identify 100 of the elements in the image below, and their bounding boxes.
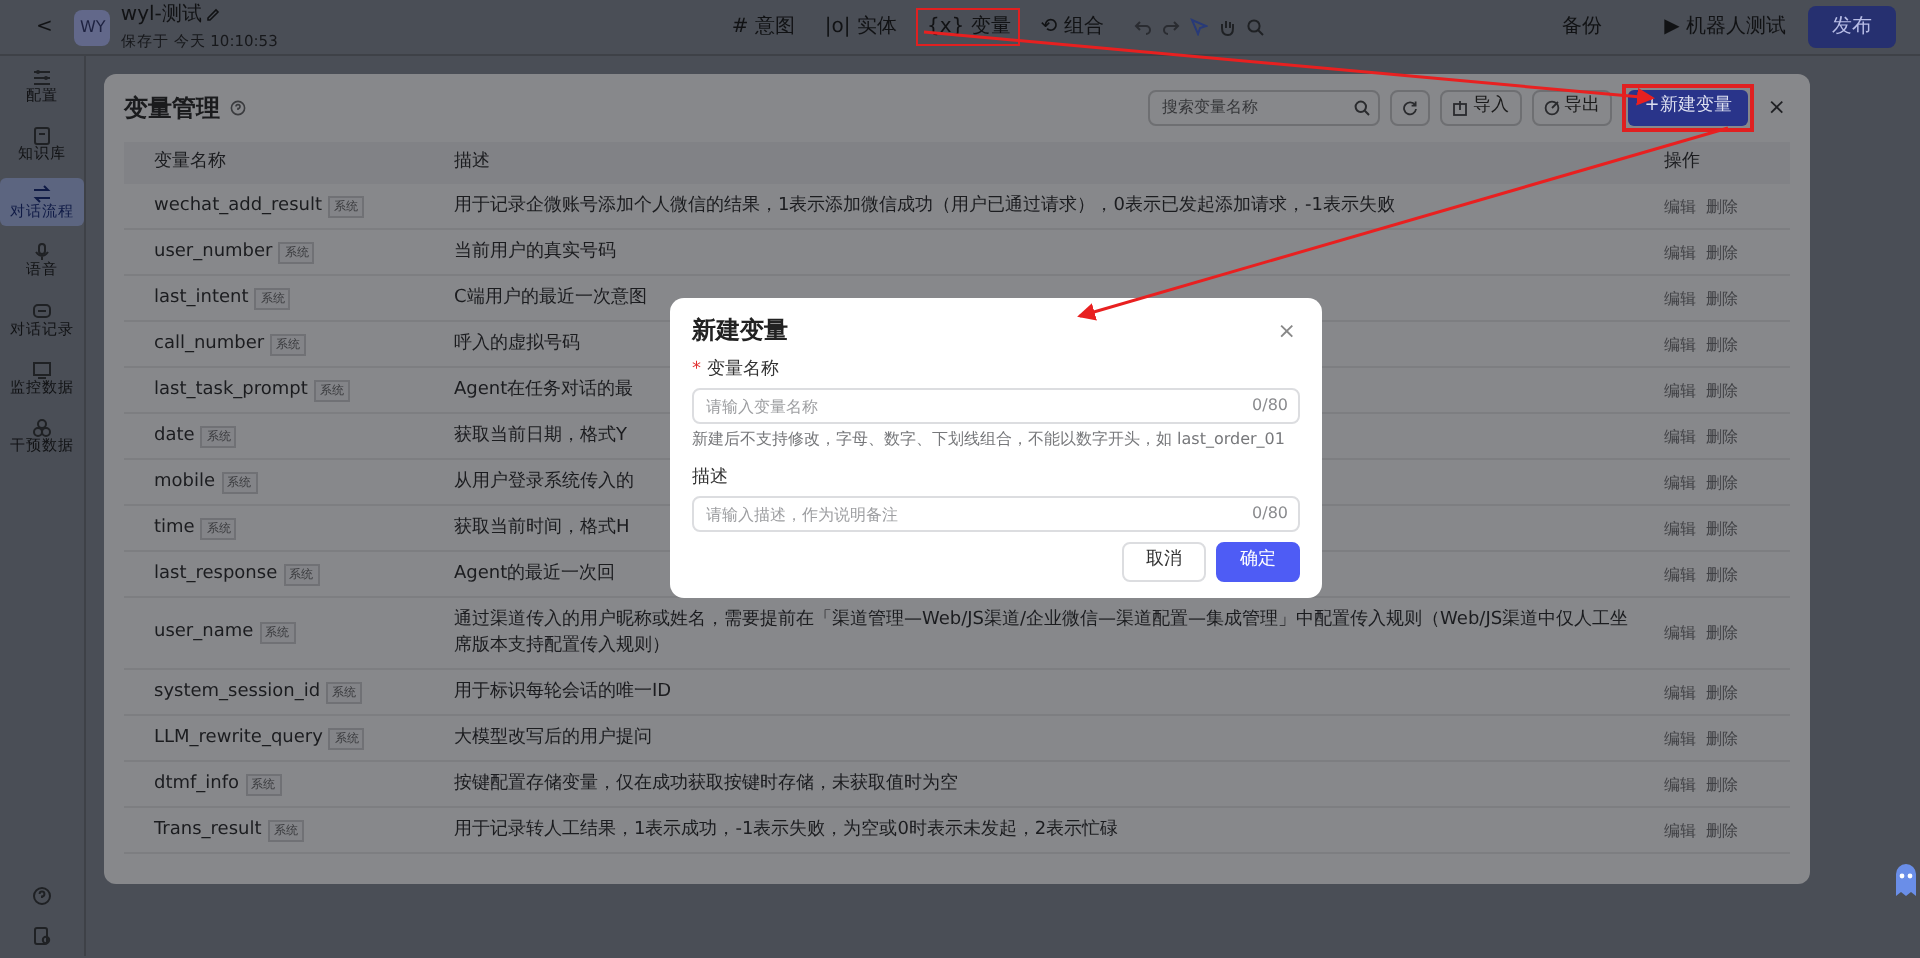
close-button[interactable]: × [1763,96,1790,119]
delete-link[interactable]: 删除 [1706,285,1738,311]
field-hint: 新建后不支持修改，字母、数字、下划线组合，不能以数字开头，如 last_order_01 [692,428,1285,450]
column-header: 描述 [454,149,492,175]
project-name: wyl-测试 [120,1,202,31]
new-variable-button[interactable]: +新建变量 [1628,90,1748,125]
panel-title: 变量管理 [124,91,220,126]
edit-link[interactable]: 编辑 [1664,561,1696,587]
document-icon[interactable] [32,926,52,946]
import-icon [1452,99,1469,116]
variable-description: Agent在任务对话的最 [454,379,634,399]
nav-tab[interactable]: # 意图 [721,8,805,46]
edit-link[interactable]: 编辑 [1664,515,1696,541]
variable-name: user_number [154,239,273,265]
delete-link[interactable]: 删除 [1706,377,1738,403]
field-label: 变量名称 [706,360,779,380]
edit-link[interactable]: 编辑 [1664,377,1696,403]
export-button[interactable]: 导出 [1531,89,1613,126]
delete-link[interactable]: 删除 [1706,515,1738,541]
edit-link[interactable]: 编辑 [1664,469,1696,495]
character-counter: 0/80 [1252,396,1288,416]
delete-link[interactable]: 删除 [1706,620,1738,646]
delete-link[interactable]: 删除 [1706,423,1738,449]
delete-link[interactable]: 删除 [1706,725,1738,751]
delete-link[interactable]: 删除 [1706,469,1738,495]
help-icon[interactable] [32,886,52,906]
variable-name: system_session_id [154,679,321,705]
close-button[interactable]: × [1273,319,1300,341]
nav-tab[interactable]: |o| 实体 [814,8,907,46]
edit-link[interactable]: 编辑 [1664,817,1696,843]
variable-description: 用于标识每轮会话的唯一ID [454,681,672,701]
variable-description: 通过渠道传入的用户昵称或姓名，需要提前在「渠道管理—Web/JS渠道/企业微信—渠道配置—集成管理」中配置传入规则（Web/JS渠道中仅人工坐席版本支持配置传入规则） [454,609,1629,655]
import-button[interactable]: 导入 [1440,89,1522,126]
edit-link[interactable]: 编辑 [1664,285,1696,311]
required-mark: * [692,360,701,380]
character-counter: 0/80 [1252,504,1288,524]
test-button[interactable]: ▶ 机器人测试 [1652,8,1798,46]
undo-icon[interactable] [1133,18,1152,36]
edit-link[interactable]: 编辑 [1664,239,1696,265]
confirm-button[interactable]: 确定 [1216,542,1300,581]
edit-link[interactable]: 编辑 [1664,679,1696,705]
pointer-icon[interactable] [1189,18,1208,36]
search-icon [1354,99,1371,116]
search-field[interactable]: 搜索变量名称 [1148,89,1381,126]
variable-name: time [154,515,195,541]
variable-name: call_number [154,331,265,357]
book-icon [32,125,52,146]
delete-link[interactable]: 删除 [1706,679,1738,705]
variable-description: 大模型改写后的用户提问 [454,727,652,747]
variable-description: 从用户登录系统传入的 [454,471,634,491]
refresh-button[interactable] [1390,89,1431,126]
cancel-button[interactable]: 取消 [1122,542,1206,581]
variable-description: 当前用户的真实号码 [454,241,616,261]
publish-button[interactable]: 发布 [1808,6,1896,48]
edit-link[interactable]: 编辑 [1664,423,1696,449]
avatar: WY [74,9,111,45]
variable-name: wechat_add_result [154,193,322,219]
refresh-icon [1402,99,1419,116]
edit-link[interactable]: 编辑 [1664,620,1696,646]
search-icon[interactable] [1245,18,1264,36]
edit-link[interactable]: 编辑 [1664,725,1696,751]
nodes-icon [32,418,52,438]
sliders-icon [32,67,52,87]
dialog-title: 新建变量 [692,314,788,346]
variable-name: user_name [154,620,254,646]
delete-link[interactable]: 删除 [1706,561,1738,587]
hand-icon[interactable] [1217,18,1236,36]
edit-link[interactable]: 编辑 [1664,331,1696,357]
variable-name: LLM_rewrite_query [154,725,323,751]
variable-description: 获取当前时间，格式H [454,517,630,537]
delete-link[interactable]: 删除 [1706,817,1738,843]
assistant-icon[interactable] [1892,860,1920,900]
back-button[interactable]: < [24,8,65,46]
variable-name: last_task_prompt [154,377,308,403]
variable-description: Agent的最近一次回 [454,563,616,583]
delete-link[interactable]: 删除 [1706,239,1738,265]
edit-link[interactable]: 编辑 [1664,193,1696,219]
delete-link[interactable]: 删除 [1706,193,1738,219]
column-header: 操作 [1664,149,1702,175]
variable-description: C端用户的最近一次意图 [454,287,647,307]
variable-name: last_intent [154,285,249,311]
help-icon[interactable] [230,99,246,116]
export-icon [1543,99,1560,116]
column-header: 变量名称 [154,149,228,175]
backup-button[interactable]: 备份 [1550,8,1615,46]
variable-name: date [154,423,195,449]
variable-description: 获取当前日期，格式Y [454,425,627,445]
microphone-icon [32,242,52,263]
redo-icon[interactable] [1161,18,1180,36]
edit-link[interactable]: 编辑 [1664,771,1696,797]
delete-link[interactable]: 删除 [1706,771,1738,797]
monitor-icon [32,359,52,380]
chat-icon [32,301,52,321]
edit-icon[interactable] [206,8,221,23]
variable-description: 用于记录企微账号添加个人微信的结果，1表示添加微信成功（用户已通过请求），0表示已发起添加请求，-1表示失败 [454,195,1395,215]
nav-tab[interactable]: ⟲ 组合 [1030,8,1114,46]
variable-description: 按键配置存储变量，仅在成功获取按键时存储，未获取值时为空 [454,773,958,793]
delete-link[interactable]: 删除 [1706,331,1738,357]
variable-description: 呼入的虚拟号码 [454,333,580,353]
variable-description: 用于记录转人工结果，1表示成功，-1表示失败，为空或0时表示未发起，2表示忙碌 [454,819,1119,839]
